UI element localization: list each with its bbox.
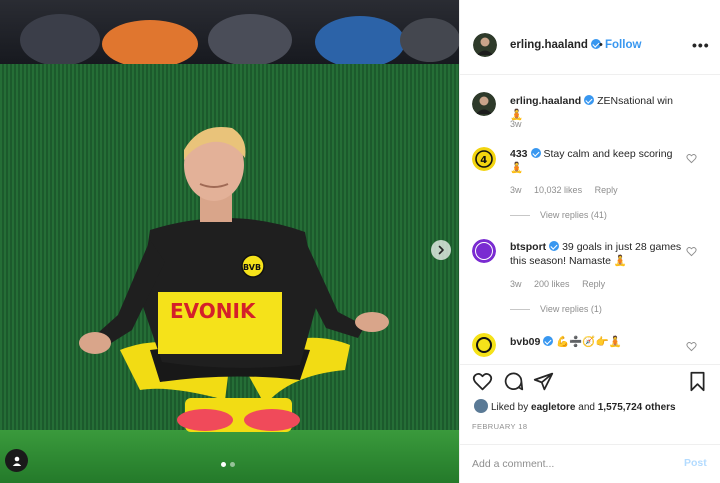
caption: erling.haaland ZENsational win 🧘 xyxy=(510,94,688,122)
comment-username[interactable]: 433 xyxy=(510,148,528,160)
likes-summary: Liked by eagletore and 1,575,724 others xyxy=(474,399,676,413)
bookmark-icon[interactable] xyxy=(687,371,708,392)
carousel-next-button[interactable] xyxy=(431,240,451,260)
post-date[interactable]: FEBRUARY 18 xyxy=(472,422,527,431)
heart-icon[interactable] xyxy=(686,246,697,257)
comment-input[interactable] xyxy=(472,455,672,473)
comment-text: 💪➗🧭👉🧘 xyxy=(556,336,622,348)
verified-badge-icon xyxy=(584,95,595,105)
comment: 433 Stay calm and keep scoring 🧘 xyxy=(510,147,688,175)
author-username-text: erling.haaland xyxy=(510,39,588,51)
comment-like-count[interactable]: 10,032 likes xyxy=(534,185,582,195)
comment-meta: 3w 200 likes Reply xyxy=(510,279,615,289)
comment-username[interactable]: btsport xyxy=(510,241,546,253)
tagged-people-button[interactable] xyxy=(5,449,28,472)
comment-time: 3w xyxy=(510,279,522,289)
view-replies-line xyxy=(510,309,530,311)
comment-avatar[interactable] xyxy=(472,239,496,263)
comment-icon[interactable] xyxy=(503,371,524,392)
liker-avatar[interactable] xyxy=(474,399,488,413)
reply-button[interactable]: Reply xyxy=(582,279,605,289)
heart-icon[interactable] xyxy=(472,371,493,392)
svg-text:4: 4 xyxy=(480,155,487,166)
chevron-right-icon xyxy=(438,245,444,255)
author-username[interactable]: erling.haaland xyxy=(510,39,601,51)
caption-username[interactable]: erling.haaland xyxy=(510,95,581,107)
sponsor-logo: EVONIK xyxy=(170,299,257,323)
comment-username[interactable]: bvb09 xyxy=(510,336,540,348)
comment: bvb09 💪➗🧭👉🧘 xyxy=(510,335,688,349)
verified-badge-icon xyxy=(530,148,541,158)
likes-prefix: Liked by xyxy=(491,402,529,413)
avatar-image xyxy=(472,333,496,357)
avatar-image: 4 xyxy=(472,147,496,171)
likes-others-link[interactable]: 1,575,724 others xyxy=(598,402,676,413)
reply-button[interactable]: Reply xyxy=(595,185,618,195)
comment-like-count[interactable]: 200 likes xyxy=(534,279,570,289)
post-photo[interactable]: EVONIK BVB xyxy=(0,0,459,483)
view-replies-button[interactable]: View replies (1) xyxy=(510,304,602,314)
photo-illustration: EVONIK BVB xyxy=(0,0,459,483)
add-comment-bar: Post xyxy=(460,444,720,483)
post-actions: Liked by eagletore and 1,575,724 others … xyxy=(460,364,720,483)
caption-meta: 3w xyxy=(510,119,532,129)
comment-meta: 3w 10,032 likes Reply xyxy=(510,185,628,195)
carousel-indicator xyxy=(221,462,235,467)
comments-list[interactable]: erling.haaland ZENsational win 🧘 3w 4 43… xyxy=(460,76,720,364)
header-separator: • xyxy=(599,39,603,51)
more-options-button[interactable]: ••• xyxy=(692,37,710,53)
carousel-dot xyxy=(230,462,235,467)
verified-badge-icon xyxy=(543,336,554,346)
avatar-image xyxy=(472,92,496,116)
post-comment-button[interactable]: Post xyxy=(684,457,707,469)
tag-person-icon xyxy=(12,456,21,466)
verified-badge-icon xyxy=(549,241,560,251)
avatar-image xyxy=(472,239,496,263)
follow-button[interactable]: Follow xyxy=(605,39,641,51)
club-crest: BVB xyxy=(243,263,261,272)
comment-avatar[interactable]: 4 xyxy=(472,147,496,171)
author-avatar[interactable] xyxy=(473,33,497,57)
view-replies-label: View replies (41) xyxy=(540,210,607,220)
liker-username[interactable]: eagletore xyxy=(531,402,575,413)
heart-icon[interactable] xyxy=(686,153,697,164)
post-header: erling.haaland • Follow ••• xyxy=(460,17,720,75)
comment: btsport 39 goals in just 28 games this s… xyxy=(510,240,688,268)
caption-time: 3w xyxy=(510,119,522,129)
post-sidebar: erling.haaland • Follow ••• erling.haala… xyxy=(459,0,720,483)
caption-avatar[interactable] xyxy=(472,92,496,116)
avatar-image xyxy=(473,33,497,57)
carousel-dot xyxy=(221,462,226,467)
share-icon[interactable] xyxy=(533,371,554,392)
heart-icon[interactable] xyxy=(686,341,697,352)
likes-joiner: and xyxy=(578,402,595,413)
view-replies-button[interactable]: View replies (41) xyxy=(510,210,607,220)
comment-time: 3w xyxy=(510,185,522,195)
comment-avatar[interactable] xyxy=(472,333,496,357)
view-replies-line xyxy=(510,215,530,217)
view-replies-label: View replies (1) xyxy=(540,304,602,314)
